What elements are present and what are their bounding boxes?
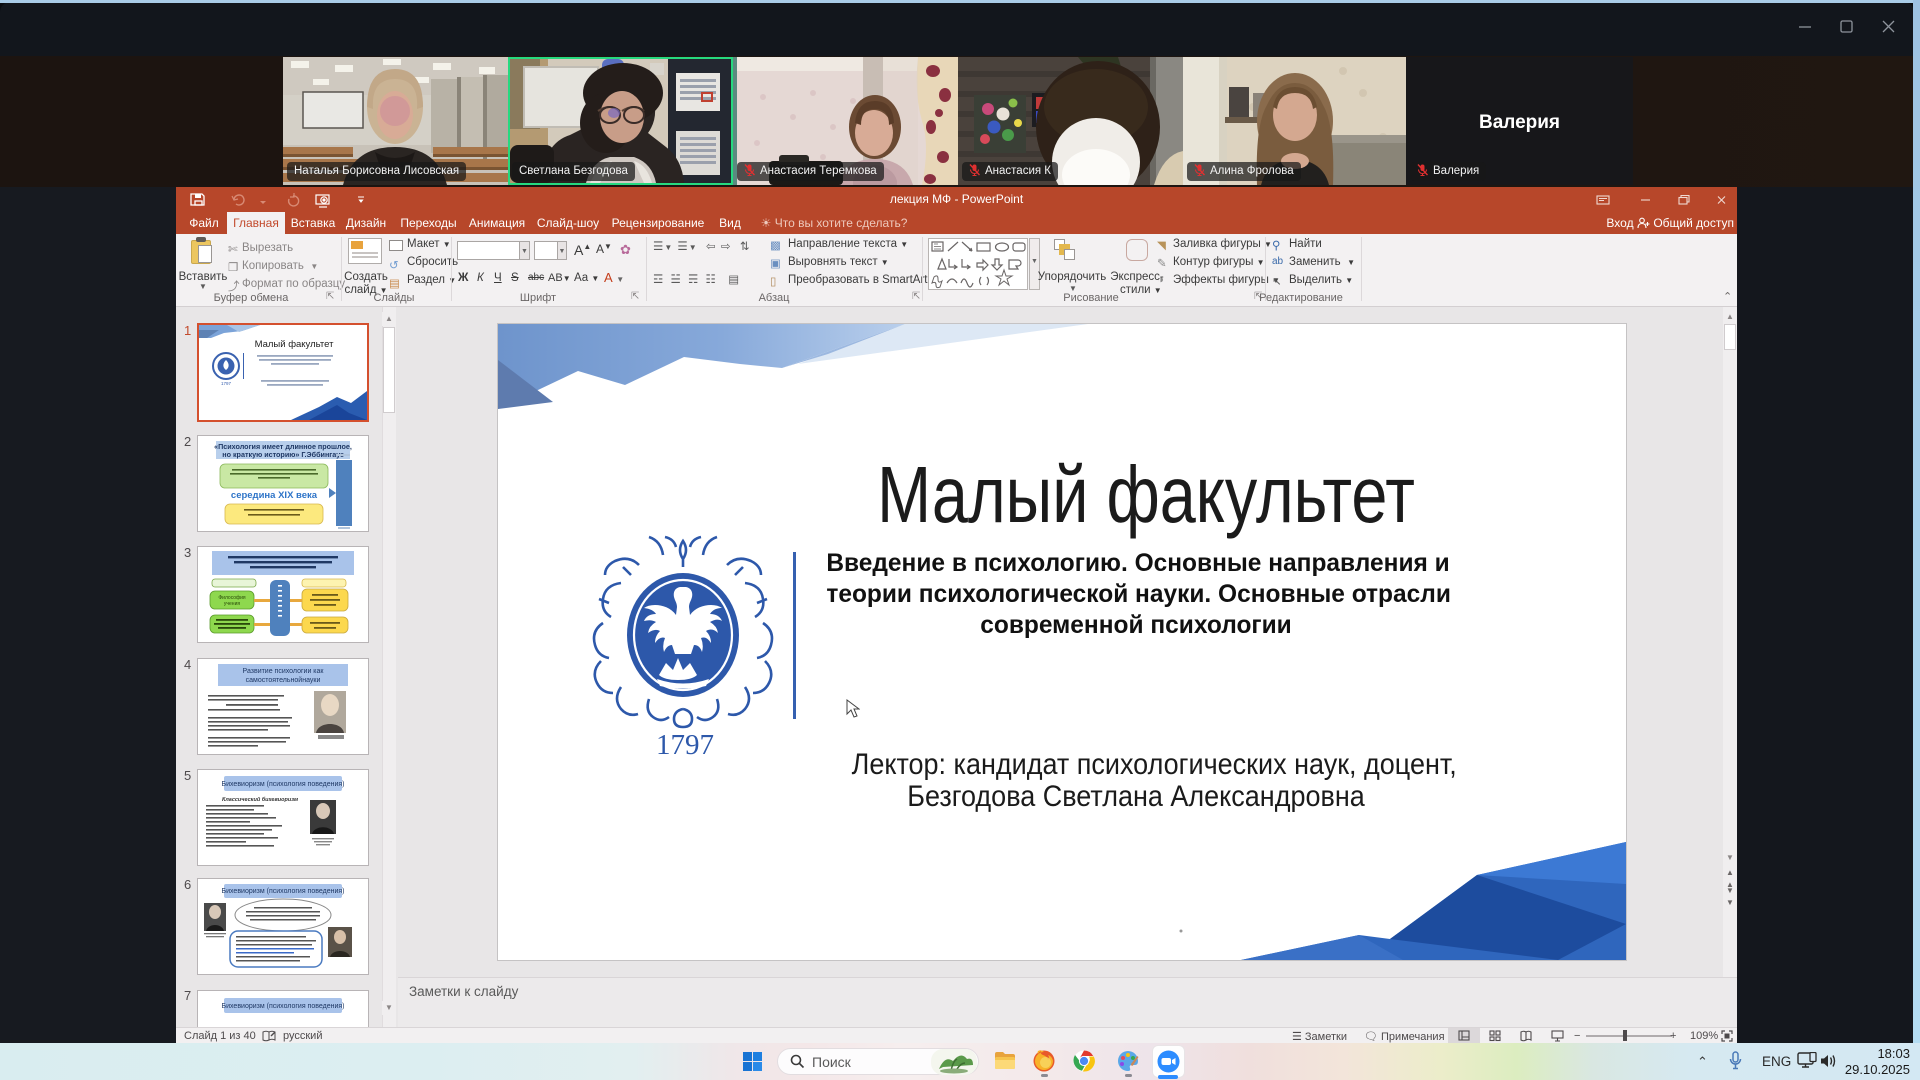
- svg-text:середина XIX века: середина XIX века: [231, 490, 318, 501]
- svg-text:1797: 1797: [656, 729, 714, 761]
- svg-text:Малый факультет: Малый факультет: [255, 339, 334, 350]
- svg-text:Бихевиоризм (психология поведе: Бихевиоризм (психология поведения): [222, 1003, 345, 1010]
- svg-text:но краткую историю» Г.Эббингау: но краткую историю» Г.Эббингауз: [222, 450, 344, 459]
- svg-text:самостоятельнойнауки: самостоятельнойнауки: [246, 676, 321, 684]
- svg-text:Бихевиоризм (психология поведе: Бихевиоризм (психология поведения): [222, 781, 345, 788]
- svg-text:Классический бихевиоризм: Классический бихевиоризм: [222, 796, 298, 803]
- svg-text:учения: учения: [224, 601, 240, 607]
- svg-text:Развитие психологии как: Развитие психологии как: [243, 668, 325, 675]
- svg-text:1797: 1797: [221, 381, 232, 386]
- svg-text:Бихевиоризм (психология поведе: Бихевиоризм (психология поведения): [222, 888, 345, 895]
